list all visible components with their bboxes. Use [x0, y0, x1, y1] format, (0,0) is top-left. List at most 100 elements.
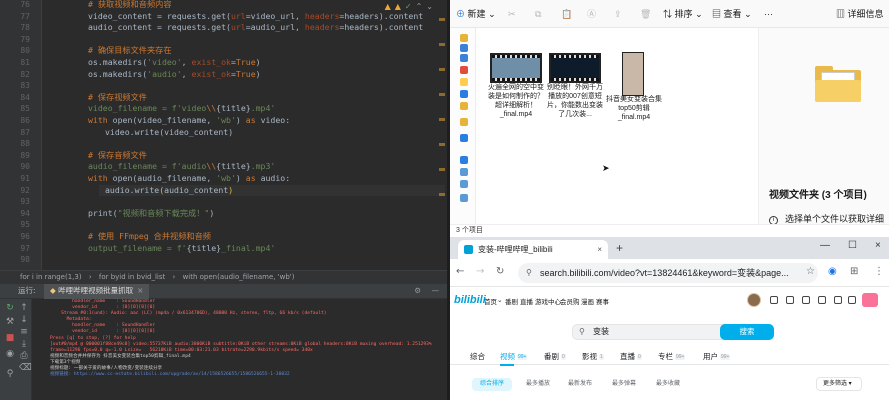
more-options-button[interactable]: ···	[764, 9, 773, 19]
profile-icon[interactable]: ◉	[828, 266, 837, 277]
url-input[interactable]: ⚲ search.bilibili.com/video?vt=13824461&…	[518, 263, 818, 283]
close-tab-icon[interactable]: ×	[597, 240, 602, 259]
share-icon[interactable]: ⇪	[614, 9, 622, 19]
rename-icon[interactable]: Ⓐ	[587, 9, 596, 19]
pin-icon[interactable]: ⚲	[5, 369, 15, 379]
maximize-button[interactable]: ☐	[848, 240, 857, 251]
creator-icon[interactable]	[848, 296, 856, 304]
filter-most-played[interactable]: 最多播放	[526, 378, 550, 391]
vip-icon[interactable]	[770, 296, 778, 304]
close-icon[interactable]: ×	[137, 286, 143, 295]
bilibili-logo[interactable]: bilibili	[454, 294, 486, 306]
favorites-icon[interactable]	[818, 296, 826, 304]
editor-scrollbar-markers[interactable]	[439, 18, 445, 258]
star-icon[interactable]: ☆	[806, 266, 815, 277]
cut-icon[interactable]: ✂	[508, 9, 516, 19]
console-link[interactable]: 视频链接: https://www.cc-estate.bilibili.com…	[50, 372, 447, 378]
pc-icon[interactable]	[460, 156, 468, 164]
wrench-icon[interactable]: ⚒	[5, 317, 15, 327]
search-button[interactable]: 搜索	[720, 324, 774, 340]
print-icon[interactable]: ⎙	[19, 351, 29, 361]
site-info-icon[interactable]: ⚲	[526, 263, 532, 283]
tab-live[interactable]: 直播 0	[620, 351, 642, 362]
arrow-down-icon[interactable]: ↓	[19, 315, 29, 325]
tab-all[interactable]: 综合	[470, 351, 485, 362]
run-tab[interactable]: ◆ 哔哩哔哩视频批量抓取 ×	[44, 284, 150, 299]
folder-icon[interactable]	[460, 78, 468, 86]
tab-movie[interactable]: 影视 1	[582, 351, 604, 362]
soft-wrap-icon[interactable]: ≡	[19, 327, 29, 337]
folder-icon[interactable]	[460, 118, 468, 126]
tab-article[interactable]: 专栏 99+	[658, 351, 686, 362]
filter-newest[interactable]: 最新发布	[568, 378, 592, 391]
reload-icon[interactable]: ↻	[496, 266, 504, 277]
inspection-indicators[interactable]: ▲ ▲ ✓ ⌃ ⌄	[385, 2, 433, 11]
more-filters-button[interactable]: 更多筛选 ▾	[816, 377, 862, 391]
warning-icon[interactable]: ▲	[385, 2, 391, 11]
arrow-up-icon[interactable]: ↑	[19, 303, 29, 313]
avatar[interactable]	[747, 293, 761, 307]
word-icon[interactable]	[460, 54, 468, 62]
breadcrumb-item[interactable]: with open(audio_filename, 'wb')	[183, 273, 295, 281]
new-button[interactable]: ⊕ 新建 ⌄	[456, 9, 496, 19]
network-icon[interactable]	[460, 194, 468, 202]
chevron-down-icon[interactable]: ⌄	[426, 2, 433, 11]
dynamic-icon[interactable]	[802, 296, 810, 304]
filter-default[interactable]: 综合排序	[472, 378, 513, 391]
app-icon[interactable]	[460, 66, 468, 74]
extensions-icon[interactable]: ⊞	[850, 266, 858, 277]
folder-icon[interactable]	[460, 34, 468, 42]
back-icon[interactable]: ←	[456, 266, 464, 277]
nav-item[interactable]: 首页	[484, 296, 497, 306]
settings-icon[interactable]: ⚙	[414, 286, 421, 295]
menu-icon[interactable]: ⋮	[874, 266, 884, 277]
breadcrumb-item[interactable]: for i in range(1,3)	[20, 273, 82, 281]
site-search-input[interactable]: ⚲ 变装	[572, 324, 744, 340]
copy-icon[interactable]: ⧉	[535, 9, 541, 19]
browser-tab[interactable]: 变装-哔哩哔哩_bilibili ×	[458, 240, 608, 259]
nav-item[interactable]: 番剧	[505, 296, 518, 306]
details-pane-button[interactable]: ▥ 详细信息	[836, 9, 884, 19]
minimize-button[interactable]: —	[820, 240, 830, 251]
rerun-icon[interactable]: ↻	[5, 303, 15, 313]
nav-item[interactable]: 赛事	[596, 296, 609, 306]
nav-item[interactable]: 直播	[520, 296, 533, 306]
minimize-icon[interactable]: —	[432, 286, 440, 295]
sort-button[interactable]: ⇅ 排序 ⌄	[663, 9, 703, 19]
run-console-output[interactable]: handler_name : SoundHandler vendor_id : …	[32, 299, 447, 400]
desktop-icon[interactable]	[460, 44, 468, 52]
folder-icon[interactable]	[460, 102, 468, 110]
breadcrumb-item[interactable]: for byid in bvid_list	[99, 273, 165, 281]
tab-video[interactable]: 视频 99+	[500, 351, 528, 362]
upload-button[interactable]	[862, 293, 878, 307]
breadcrumb-separator: ›	[172, 273, 176, 281]
line-number: 96	[20, 232, 30, 241]
delete-icon[interactable]: 🗑	[640, 9, 651, 19]
nav-item[interactable]: 会员购	[560, 296, 580, 306]
paste-icon[interactable]: 📋	[561, 9, 572, 19]
weak-warning-icon[interactable]: ▲	[395, 2, 401, 11]
nav-item[interactable]: 游戏中心	[535, 296, 561, 306]
check-icon[interactable]: ✓	[405, 2, 412, 11]
view-button[interactable]: ▤ 查看 ⌄	[712, 9, 752, 19]
drive-icon[interactable]	[460, 180, 468, 188]
chevron-up-icon[interactable]: ⌃	[416, 2, 423, 11]
run-toolwindow-actions: ⚙ —	[406, 284, 439, 298]
close-window-button[interactable]: ×	[875, 240, 881, 251]
camera-icon[interactable]: ◉	[5, 349, 15, 359]
message-icon[interactable]	[786, 296, 794, 304]
new-tab-button[interactable]: +	[616, 241, 623, 255]
tab-user[interactable]: 用户 99+	[703, 351, 731, 362]
code-editor[interactable]: 76 77 78 79 80 81 82 83 84 85 86 87 88 8…	[0, 0, 447, 270]
stop-icon[interactable]: ■	[5, 333, 15, 343]
nav-item[interactable]: 漫画	[581, 296, 594, 306]
mail-icon[interactable]	[460, 90, 468, 98]
drive-icon[interactable]	[460, 168, 468, 176]
filter-most-danmaku[interactable]: 最多弹幕	[612, 378, 636, 391]
history-icon[interactable]	[834, 296, 842, 304]
cloud-icon[interactable]	[460, 134, 468, 142]
trash-icon[interactable]: ⌫	[19, 363, 32, 373]
scroll-to-end-icon[interactable]: ⤓	[19, 339, 29, 349]
filter-most-favorites[interactable]: 最多收藏	[656, 378, 680, 391]
tab-bangumi[interactable]: 番剧 0	[544, 351, 566, 362]
